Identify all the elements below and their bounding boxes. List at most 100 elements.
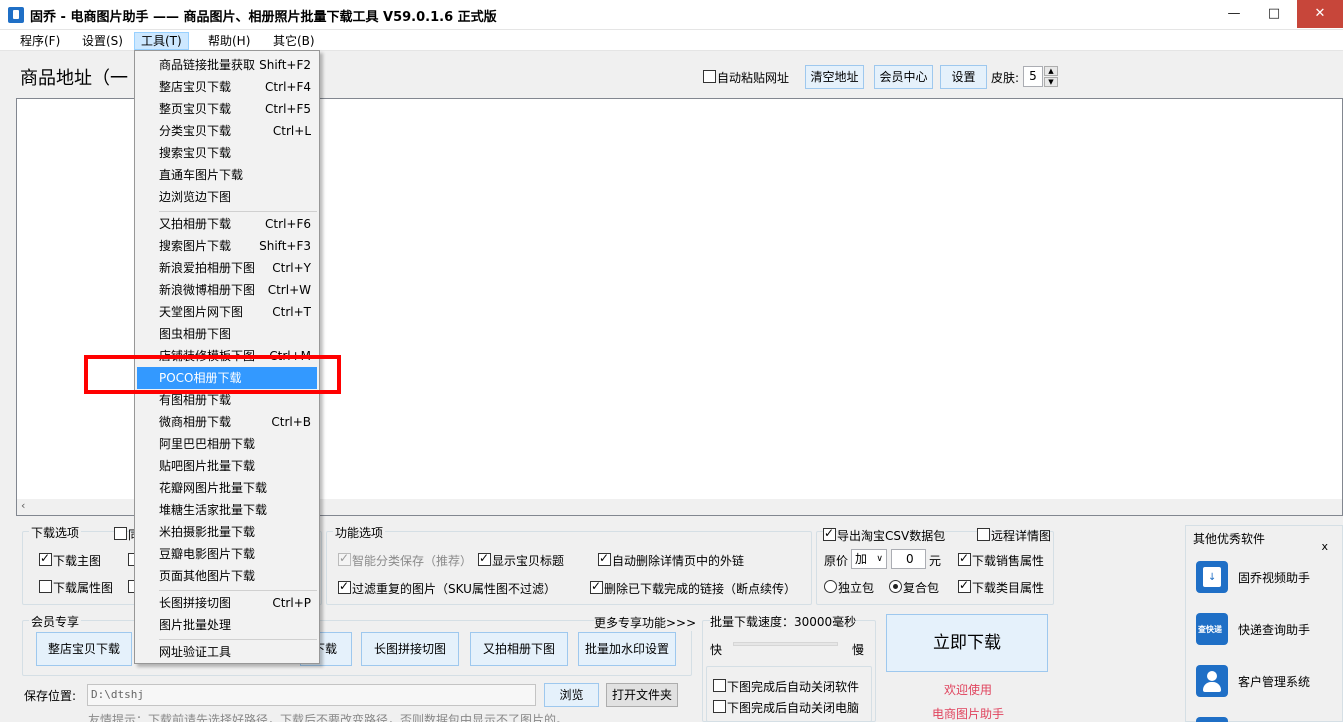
menu-item-alibaba[interactable]: 阿里巴巴相册下载 (137, 433, 317, 455)
close-icon[interactable]: x (1321, 540, 1328, 553)
download-attr-image-checkbox[interactable] (39, 580, 52, 593)
download-options-extra-checkbox[interactable] (114, 527, 127, 540)
smart-save-checkbox[interactable] (338, 551, 351, 566)
skin-up-icon[interactable]: ▲ (1044, 66, 1058, 76)
menu-item-label: 网址验证工具 (159, 645, 232, 659)
category-attr-checkbox[interactable] (958, 578, 971, 593)
menu-item-link-batch[interactable]: 商品链接批量获取 Shift+F2 (137, 54, 317, 76)
menu-item-label: 新浪微博相册下图 (159, 283, 256, 297)
price-unit: 元 (929, 554, 942, 568)
close-pc-checkbox[interactable] (713, 700, 726, 713)
menu-item-tieba[interactable]: 贴吧图片批量下载 (137, 455, 317, 477)
menu-item-douban[interactable]: 豆瓣电影图片下载 (137, 543, 317, 565)
express-query-icon[interactable]: 查快递 (1196, 613, 1228, 645)
menu-item-ztc-download[interactable]: 直通车图片下载 (137, 164, 317, 186)
menu-item-shortcut: Ctrl+B (271, 415, 311, 429)
price-input[interactable]: 0 (891, 549, 926, 569)
app-icon (8, 7, 24, 23)
menu-item-batch-process[interactable]: 图片批量处理 (137, 614, 317, 636)
save-tip: 友情提示：下载前请先选择好路径，下载后不要改变路径，否则数据包中显示不了图片的。 (88, 713, 569, 722)
customer-manage-label[interactable]: 客户管理系统 (1238, 673, 1310, 690)
member-center-button[interactable]: 会员中心 (874, 65, 933, 89)
download-now-button[interactable]: 立即下载 (886, 614, 1048, 672)
menu-item-ivsky[interactable]: 天堂图片网下图 Ctrl+T (137, 301, 317, 323)
export-csv-checkbox[interactable] (823, 526, 836, 541)
member-long-image-button[interactable]: 长图拼接切图 (361, 632, 459, 666)
video-assistant-icon[interactable]: ↓ (1196, 561, 1228, 593)
open-folder-button[interactable]: 打开文件夹 (606, 683, 678, 707)
close-app-checkbox[interactable] (713, 679, 726, 692)
clear-address-button[interactable]: 清空地址 (805, 65, 864, 89)
speed-title: 批量下载速度：30000毫秒 (710, 613, 857, 630)
menu-item-label: 微商相册下载 (159, 415, 232, 429)
price-op-select[interactable]: 加 ∨ (851, 549, 887, 569)
skin-input[interactable]: 5 (1023, 66, 1043, 87)
close-pc-label: 下图完成后自动关闭电脑 (727, 701, 860, 715)
menu-item-huaban[interactable]: 花瓣网图片批量下载 (137, 477, 317, 499)
menu-item-shortcut: Shift+F3 (259, 239, 311, 253)
menu-item-shortcut: Shift+F2 (259, 58, 311, 72)
skin-down-icon[interactable]: ▼ (1044, 77, 1058, 87)
close-button[interactable]: ✕ (1297, 0, 1343, 28)
scroll-left-icon[interactable]: ‹ (21, 499, 25, 512)
smart-save-label: 智能分类保存（推荐） (352, 554, 473, 568)
menu-item-weishang[interactable]: 微商相册下载 Ctrl+B (137, 411, 317, 433)
maximize-button[interactable]: □ (1257, 0, 1291, 28)
speed-slider[interactable] (733, 642, 838, 646)
auto-delete-links-checkbox[interactable] (598, 551, 611, 566)
settings-button[interactable]: 设置 (940, 65, 987, 89)
address-title: 商品地址（一 (20, 68, 128, 89)
auto-paste-checkbox[interactable] (703, 70, 716, 83)
single-pkg-radio[interactable] (824, 580, 837, 593)
customer-manage-icon[interactable] (1196, 665, 1228, 697)
menu-item-mipai[interactable]: 米拍摄影批量下载 (137, 521, 317, 543)
category-attr-label: 下载类目属性 (972, 581, 1045, 595)
browse-button[interactable]: 浏览 (544, 683, 599, 707)
menu-item-duitang[interactable]: 堆糖生活家批量下载 (137, 499, 317, 521)
menu-item-shop-download[interactable]: 整店宝贝下载 Ctrl+F4 (137, 76, 317, 98)
delete-done-checkbox[interactable] (590, 579, 603, 594)
menu-item-label: 又拍相册下载 (159, 217, 232, 231)
member-title: 会员专享 (29, 613, 82, 630)
save-location-label: 保存位置: (24, 689, 77, 703)
menu-item-url-verify[interactable]: 网址验证工具 (137, 641, 317, 663)
menu-item-sina-weibo[interactable]: 新浪微博相册下图 Ctrl+W (137, 279, 317, 301)
price-label: 原价 (824, 554, 849, 568)
single-pkg-label: 独立包 (838, 581, 875, 595)
express-query-label[interactable]: 快递查询助手 (1238, 621, 1310, 638)
menu-item-browse-download[interactable]: 边浏览边下图 (137, 186, 317, 208)
menu-program[interactable]: 程序(F) (14, 32, 66, 50)
member-youpai-button[interactable]: 又拍相册下图 (470, 632, 568, 666)
minimize-button[interactable]: — (1217, 0, 1251, 28)
menu-item-label: 花瓣网图片批量下载 (159, 481, 268, 495)
filter-dup-checkbox[interactable] (338, 579, 351, 594)
menu-item-page-other[interactable]: 页面其他图片下载 (137, 565, 317, 587)
welcome-line-1: 欢迎使用 (944, 683, 993, 697)
other-software-title: 其他优秀软件 (1193, 532, 1266, 546)
more-features-link[interactable]: 更多专享功能>>> (594, 614, 697, 631)
member-shop-download-button[interactable]: 整店宝贝下载 (36, 632, 132, 666)
menu-settings[interactable]: 设置(S) (76, 32, 129, 50)
menu-item-page-download[interactable]: 整页宝贝下载 Ctrl+F5 (137, 98, 317, 120)
video-assistant-label[interactable]: 固乔视频助手 (1238, 569, 1310, 586)
menu-other[interactable]: 其它(B) (267, 32, 321, 50)
menu-item-label: 天堂图片网下图 (159, 305, 244, 319)
remote-detail-checkbox[interactable] (977, 528, 990, 541)
sales-attr-checkbox[interactable] (958, 551, 971, 566)
menu-item-search-download[interactable]: 搜索宝贝下载 (137, 142, 317, 164)
download-main-image-checkbox[interactable] (39, 551, 52, 566)
menu-tools[interactable]: 工具(T) (134, 32, 189, 50)
menu-item-search-image[interactable]: 搜索图片下载 Shift+F3 (137, 235, 317, 257)
show-title-checkbox[interactable] (478, 551, 491, 566)
menu-item-long-image[interactable]: 长图拼接切图 Ctrl+P (137, 592, 317, 614)
menu-item-youpai-download[interactable]: 又拍相册下载 Ctrl+F6 (137, 213, 317, 235)
combo-pkg-radio[interactable] (889, 580, 902, 593)
menu-help[interactable]: 帮助(H) (202, 32, 256, 50)
member-watermark-button[interactable]: 批量加水印设置 (578, 632, 676, 666)
menu-item-sina-aipai[interactable]: 新浪爱拍相册下图 Ctrl+Y (137, 257, 317, 279)
menu-item-category-download[interactable]: 分类宝贝下载 Ctrl+L (137, 120, 317, 142)
save-path-input[interactable]: D:\dtshj (87, 684, 536, 706)
more-software-icon[interactable] (1196, 717, 1228, 722)
menu-item-label: 豆瓣电影图片下载 (159, 547, 256, 561)
menu-item-tuchong[interactable]: 图虫相册下图 (137, 323, 317, 345)
